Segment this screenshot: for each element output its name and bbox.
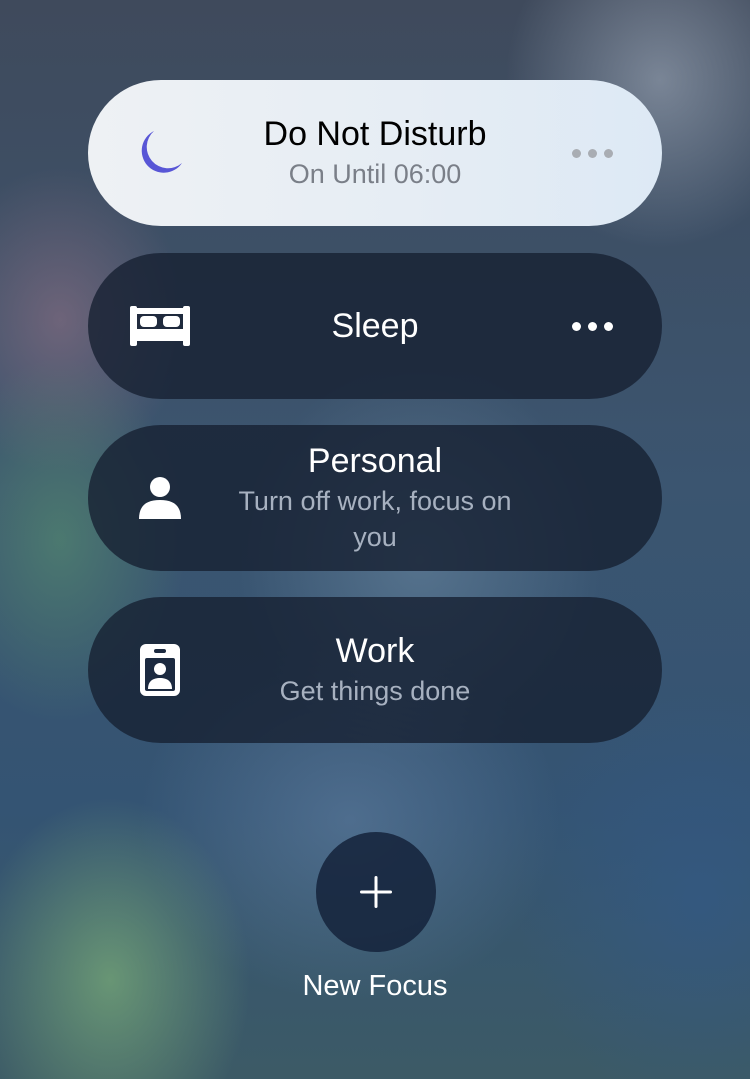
focus-sleep[interactable]: Sleep bbox=[88, 253, 662, 399]
focus-title: Sleep bbox=[331, 307, 419, 345]
focus-title: Work bbox=[335, 632, 415, 670]
ellipsis-icon bbox=[568, 148, 616, 158]
focus-title: Personal bbox=[307, 442, 443, 480]
more-options-button[interactable] bbox=[562, 133, 622, 173]
focus-subtitle: Turn off work, focus on you bbox=[238, 486, 512, 552]
focus-personal[interactable]: Personal Turn off work, focus on you bbox=[88, 425, 662, 571]
person-icon bbox=[128, 466, 192, 530]
focus-subtitle: On Until 06:00 bbox=[288, 159, 462, 189]
plus-icon bbox=[358, 874, 394, 910]
more-options-button[interactable] bbox=[562, 306, 622, 346]
ellipsis-icon bbox=[568, 321, 616, 331]
new-focus-button[interactable] bbox=[316, 832, 436, 952]
focus-work[interactable]: Work Get things done bbox=[88, 597, 662, 743]
bed-icon bbox=[128, 294, 192, 358]
focus-subtitle: Get things done bbox=[279, 676, 471, 706]
focus-title: Do Not Disturb bbox=[263, 115, 487, 153]
id-badge-icon bbox=[128, 638, 192, 702]
focus-do-not-disturb[interactable]: Do Not Disturb On Until 06:00 bbox=[88, 80, 662, 226]
moon-icon bbox=[128, 121, 192, 185]
new-focus-label: New Focus bbox=[302, 970, 448, 1002]
